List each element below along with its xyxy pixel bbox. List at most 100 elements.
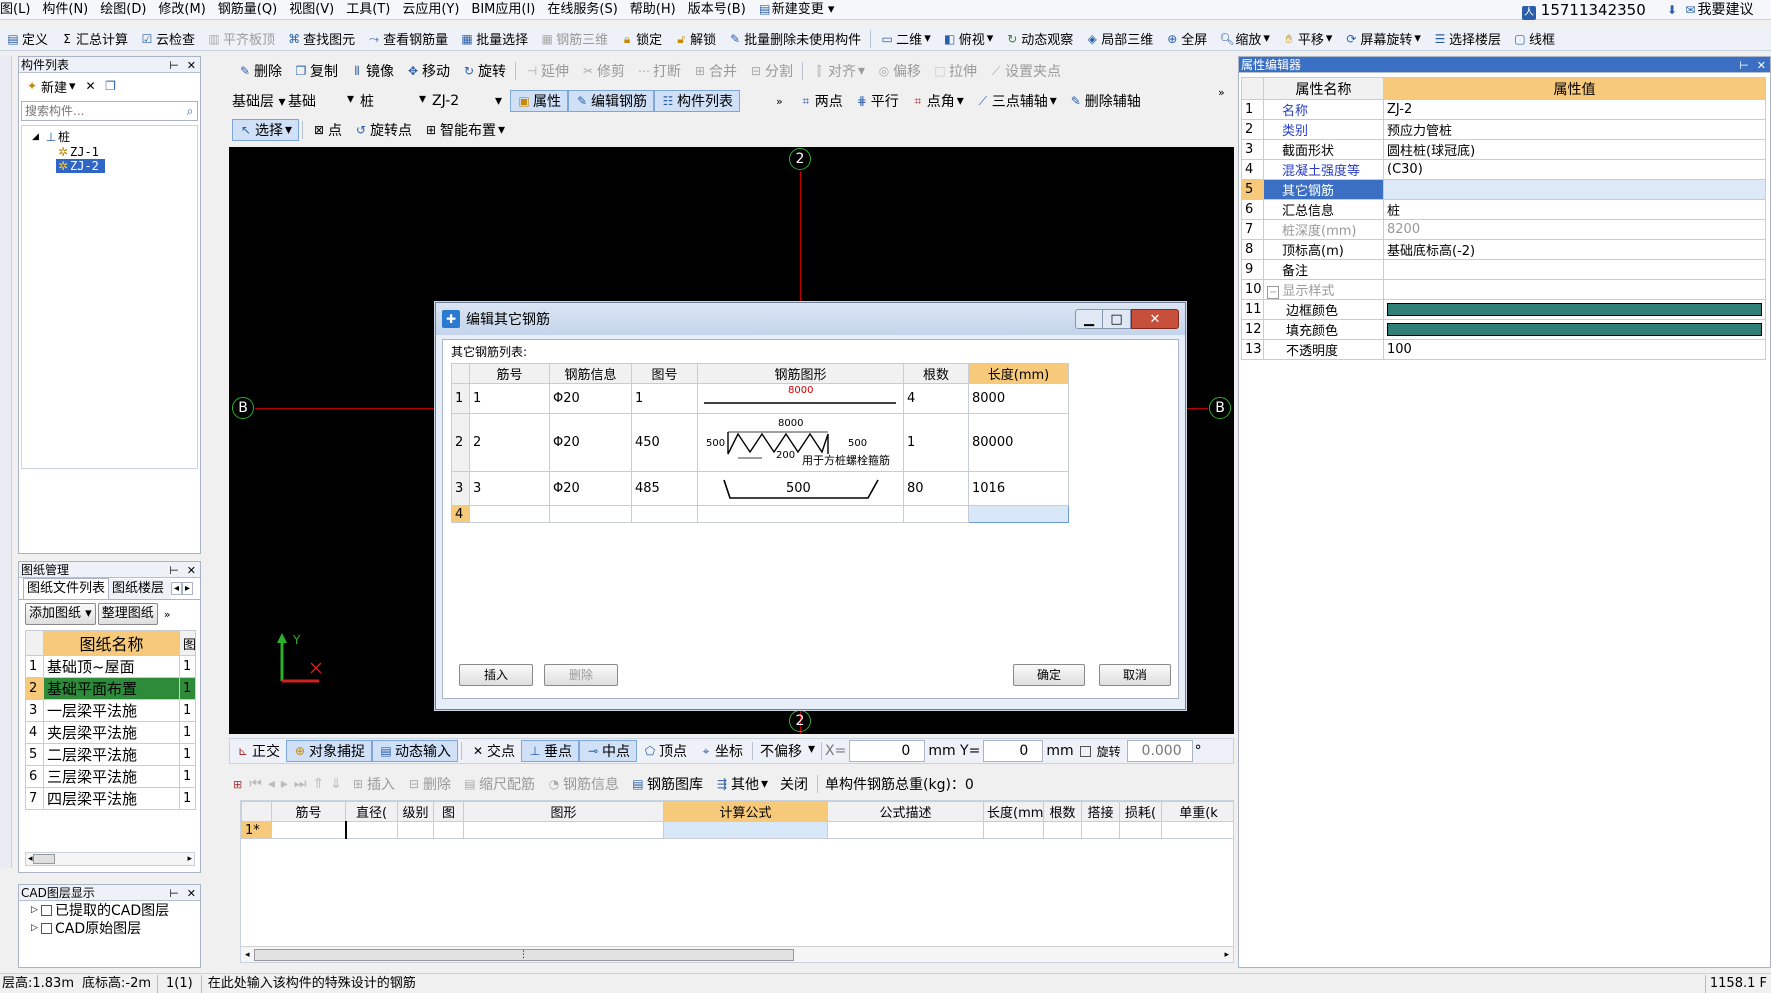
length-cell[interactable]: 8000 [968, 383, 1069, 414]
rotate-point-button[interactable]: ↺ 旋转点 [348, 119, 418, 141]
move-button[interactable]: ✥ 移动 [400, 60, 456, 82]
property-row[interactable]: 9 备注 [1241, 259, 1766, 280]
rebar-close-button[interactable]: 关闭 [774, 773, 814, 795]
copy-icon[interactable]: ❐ [104, 79, 118, 93]
bar-shape-cell[interactable]: 8000 500 500 200 用于方桩螺栓箍筋 [697, 413, 904, 472]
rotate-checkbox[interactable] [1079, 745, 1091, 757]
maximize-button[interactable]: □ [1103, 309, 1131, 329]
count-cell[interactable] [903, 505, 969, 523]
x-input[interactable]: 0 [849, 740, 926, 762]
fill-color-swatch[interactable] [1387, 323, 1762, 336]
property-row[interactable]: 8 顶标高(m) 基础底标高(-2) [1241, 239, 1766, 260]
drawing-name-cell[interactable]: 一层梁平法施 [43, 699, 180, 722]
intersection-snap-button[interactable]: ✕ 交点 [465, 740, 521, 762]
cell[interactable] [1081, 821, 1120, 839]
menu-item-draw[interactable]: 绘图(D) [94, 0, 152, 20]
bar-no-cell[interactable]: 1 [469, 383, 550, 414]
nav-prev-icon[interactable]: ◂ [265, 776, 278, 792]
property-value[interactable]: (C30) [1383, 159, 1766, 180]
tab-scroll-right-icon[interactable]: ▸ [182, 582, 194, 595]
cell[interactable] [663, 821, 828, 839]
more-icon[interactable]: » [164, 608, 171, 621]
dynamic-observe-button[interactable]: ↻ 动态观察 [999, 28, 1079, 50]
local-3d-button[interactable]: ◈ 局部三维 [1079, 28, 1159, 50]
rotate-input[interactable]: 0.000 [1126, 740, 1193, 762]
table-row[interactable]: 1* [241, 821, 1233, 839]
cloud-check-button[interactable]: ☑ 云检查 [134, 28, 201, 50]
delete-axis-button[interactable]: ✎ 删除辅轴 [1063, 90, 1147, 112]
insert-button[interactable]: 插入 [459, 664, 533, 686]
property-value[interactable]: 桩 [1383, 199, 1766, 220]
component-search-input[interactable] [22, 102, 183, 120]
nav-last-icon[interactable]: ⏭ [291, 776, 310, 792]
property-group-row[interactable]: 10− 显示样式 [1241, 279, 1766, 300]
collapse-icon[interactable]: ◢ [32, 132, 44, 142]
figure-no-cell[interactable] [631, 505, 698, 523]
pin-icon[interactable]: ⊢ [165, 887, 183, 900]
property-row[interactable]: 3 截面形状 圆柱桩(球冠底) [1241, 139, 1766, 160]
tree-node-zj2[interactable]: ✲ ZJ-2 [32, 159, 197, 173]
tab-scroll-left-icon[interactable]: ◂ [171, 582, 183, 595]
rebar-hscrollbar[interactable]: ◂ ⋮ ▸ [241, 946, 1233, 962]
screen-rotate-dropdown[interactable]: ⟳ 屏幕旋转 ▾ [1338, 28, 1427, 50]
y-input[interactable]: 0 [983, 740, 1044, 762]
drawing-name-cell[interactable]: 二层梁平法施 [43, 743, 180, 766]
drawing-name-cell[interactable]: 基础平面布置 [43, 677, 180, 700]
cell[interactable] [1119, 821, 1162, 839]
batch-select-button[interactable]: ▦ 批量选择 [454, 28, 534, 50]
select-button[interactable]: ↖ 选择 ▾ [232, 119, 300, 141]
checkbox[interactable] [41, 922, 52, 934]
figure-no-cell[interactable]: 485 [631, 471, 698, 506]
rebar-library-button[interactable]: ▤ 钢筋图库 [625, 773, 709, 795]
zoom-dropdown[interactable]: 🔍︎ 缩放 ▾ [1213, 28, 1276, 50]
menu-item-file[interactable]: 图(L) [0, 0, 36, 20]
vertex-snap-button[interactable]: ⬠ 顶点 [637, 740, 693, 762]
object-snap-button[interactable]: ⊕ 对象捕捉 [286, 740, 372, 762]
edit-rebar-button[interactable]: ✎ 编辑钢筋 [568, 90, 654, 112]
align-dropdown[interactable]: ⫿ 对齐 ▾ [806, 60, 871, 82]
wireframe-button[interactable]: ▢ 线框 [1507, 28, 1561, 50]
property-row[interactable]: 1 名称 ZJ-2 [1241, 99, 1766, 120]
component-select[interactable]: ZJ-2 ▾ [432, 93, 508, 109]
menu-item-modify[interactable]: 修改(M) [152, 0, 211, 20]
batch-delete-unused-button[interactable]: ✎ 批量删除未使用构件 [722, 28, 867, 50]
delete-icon[interactable]: ✕ [84, 79, 98, 93]
break-button[interactable]: ⋯ 打断 [631, 60, 687, 82]
arrange-drawing-button[interactable]: 整理图纸 [97, 603, 158, 625]
point-angle-axis-dropdown[interactable]: ⌗ 点角 ▾ [905, 90, 970, 112]
table-row[interactable]: 4 [451, 505, 1069, 523]
delete-button[interactable]: 删除 [544, 664, 618, 686]
menu-item-cloud[interactable]: 云应用(Y) [396, 0, 465, 20]
add-drawing-button[interactable]: 添加图纸 ▾ [25, 603, 96, 625]
length-cell[interactable]: 1016 [968, 471, 1069, 506]
tree-node-zj1[interactable]: ✲ ZJ-1 [32, 145, 197, 159]
property-row[interactable]: 13 不透明度 100 [1241, 339, 1766, 360]
table-row[interactable]: 5 二层梁平法施 1 [25, 743, 196, 766]
property-row[interactable]: 7 桩深度(mm) 8200 [1241, 219, 1766, 240]
property-value[interactable]: 基础底标高(-2) [1383, 239, 1766, 260]
close-icon[interactable]: ✕ [183, 59, 200, 72]
feedback-link[interactable]: ⬇ ✉ 我要建议 [1665, 0, 1753, 20]
table-row[interactable]: 1 1 Φ20 1 8000 4 8000 [451, 383, 1069, 414]
minimize-button[interactable]: ▁ [1075, 309, 1103, 329]
fill-color-swatch-cell[interactable] [1383, 319, 1766, 340]
category-select[interactable]: 基础 ▾ [288, 91, 360, 111]
bar-no-cell[interactable]: 2 [469, 413, 550, 472]
mirror-button[interactable]: ⫴ 镜像 [344, 60, 400, 82]
cancel-button[interactable]: 取消 [1099, 664, 1171, 686]
bar-shape-cell[interactable]: 500 [697, 471, 904, 506]
figure-no-cell[interactable]: 1 [631, 383, 698, 414]
scroll-right-icon[interactable]: ▸ [187, 854, 192, 864]
properties-button[interactable]: ▣ 属性 [510, 90, 568, 112]
table-row-selected[interactable]: 2 基础平面布置 1 [25, 677, 196, 700]
menu-item-bim[interactable]: BIM应用(I) [465, 0, 541, 20]
delete-button[interactable]: ✎ 删除 [232, 60, 288, 82]
close-icon[interactable]: ✕ [1753, 59, 1770, 72]
midpoint-snap-button[interactable]: ⊸ 中点 [579, 740, 637, 762]
rebar-other-dropdown[interactable]: ⇶ 其他 ▾ [709, 773, 774, 795]
rebar-3d-button[interactable]: ▦ 钢筋三维 [534, 28, 614, 50]
drawing-name-cell[interactable]: 夹层梁平法施 [43, 721, 180, 744]
perpendicular-snap-button[interactable]: ⊥ 垂点 [521, 740, 579, 762]
search-icon[interactable]: ⌕ [183, 104, 197, 118]
property-row-selected[interactable]: 5 其它钢筋 [1241, 179, 1766, 200]
